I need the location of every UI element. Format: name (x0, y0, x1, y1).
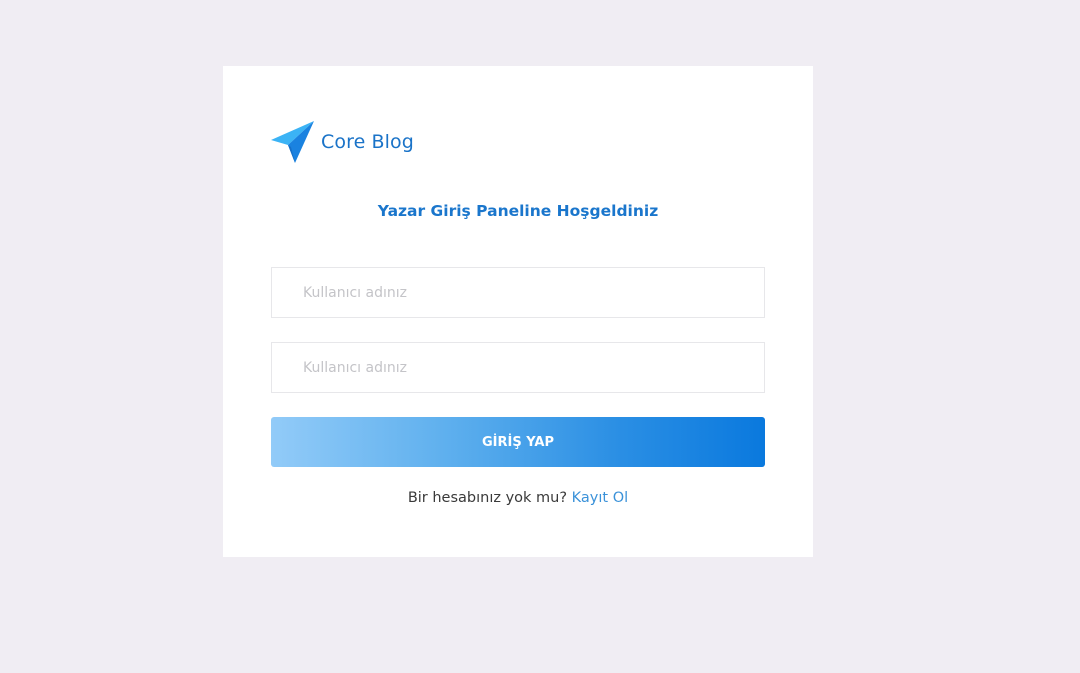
brand[interactable]: Core Blog (271, 120, 414, 164)
password-input[interactable] (271, 342, 765, 393)
username-input[interactable] (271, 267, 765, 318)
paper-plane-icon (271, 121, 314, 163)
login-card: Core Blog Yazar Giriş Paneline Hoşgeldin… (223, 66, 813, 557)
login-button[interactable]: GİRİŞ YAP (271, 417, 765, 467)
signup-row: Bir hesabınız yok mu? Kayıt Ol (223, 490, 813, 506)
brand-name: Core Blog (321, 131, 414, 153)
signup-prompt: Bir hesabınız yok mu? (407, 490, 572, 506)
page-title: Yazar Giriş Paneline Hoşgeldiniz (377, 202, 659, 220)
signup-link[interactable]: Kayıt Ol (572, 490, 629, 506)
